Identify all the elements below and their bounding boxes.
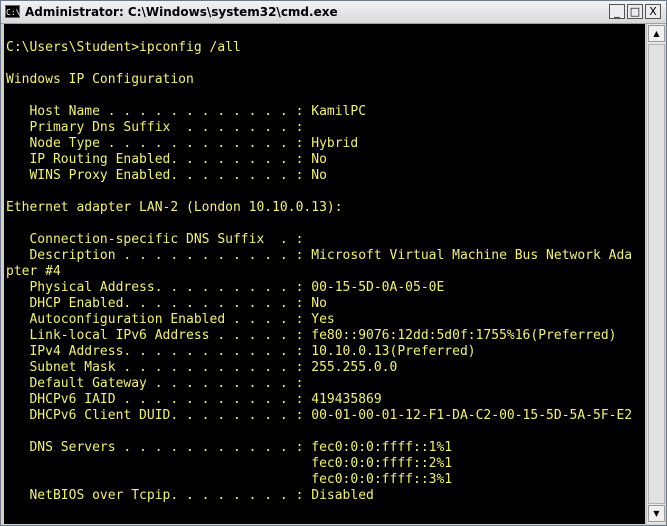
maximize-button[interactable]: □ xyxy=(627,4,643,19)
console-line: Autoconfiguration Enabled . . . . : Yes xyxy=(6,312,335,327)
cmd-window: C:\ Administrator: C:\Windows\system32\c… xyxy=(0,0,667,526)
console-line: Host Name . . . . . . . . . . . . : Kami… xyxy=(6,104,367,119)
console-line: Description . . . . . . . . . . . : Micr… xyxy=(6,248,633,263)
scroll-down-button[interactable]: ▼ xyxy=(648,505,665,522)
console-line: IP Routing Enabled. . . . . . . . : No xyxy=(6,152,327,167)
console-line: Physical Address. . . . . . . . . : 00-1… xyxy=(6,280,445,295)
console-line: Link-local IPv6 Address . . . . . : fe80… xyxy=(6,328,617,343)
console-line: DHCP Enabled. . . . . . . . . . . : No xyxy=(6,296,327,311)
console-line: Default Gateway . . . . . . . . . : xyxy=(6,376,304,391)
console-line: IPv4 Address. . . . . . . . . . . : 10.1… xyxy=(6,344,476,359)
scroll-thumb[interactable] xyxy=(648,44,665,504)
cmd-app-icon[interactable]: C:\ xyxy=(5,5,20,18)
console-line: DHCPv6 Client DUID. . . . . . . . : 00-0… xyxy=(6,408,633,423)
console-line: NetBIOS over Tcpip. . . . . . . . : Disa… xyxy=(6,488,374,503)
minimize-button[interactable]: _ xyxy=(609,4,625,19)
console-line: fec0:0:0:ffff::3%1 xyxy=(6,472,453,487)
close-button[interactable]: X xyxy=(645,4,661,19)
console-line: fec0:0:0:ffff::2%1 xyxy=(6,456,453,471)
console-line: Ethernet adapter LAN-2 (London 10.10.0.1… xyxy=(6,200,343,215)
vertical-scrollbar[interactable]: ▲ ▼ xyxy=(646,24,665,524)
console-output-area[interactable]: C:\Users\Student>ipconfig /all Windows IP… xyxy=(4,24,645,524)
title-bar[interactable]: C:\ Administrator: C:\Windows\system32\c… xyxy=(1,1,666,24)
console-line: Windows IP Configuration xyxy=(6,72,194,87)
console-line: DHCPv6 IAID . . . . . . . . . . . : 4194… xyxy=(6,392,382,407)
console-line: Node Type . . . . . . . . . . . . : Hybr… xyxy=(6,136,359,151)
console-text: C:\Users\Student>ipconfig /all Windows IP… xyxy=(6,40,632,504)
console-line: C:\Users\Student>ipconfig /all xyxy=(6,40,241,55)
window-title: Administrator: C:\Windows\system32\cmd.e… xyxy=(25,5,338,19)
console-line: DNS Servers . . . . . . . . . . . : fec0… xyxy=(6,440,453,455)
console-line: Connection-specific DNS Suffix . : xyxy=(6,232,304,247)
scroll-up-button[interactable]: ▲ xyxy=(648,25,665,42)
console-line: Subnet Mask . . . . . . . . . . . : 255.… xyxy=(6,360,398,375)
console-line: pter #4 xyxy=(6,264,61,279)
console-line: WINS Proxy Enabled. . . . . . . . : No xyxy=(6,168,327,183)
console-line: Primary Dns Suffix . . . . . . . : xyxy=(6,120,304,135)
